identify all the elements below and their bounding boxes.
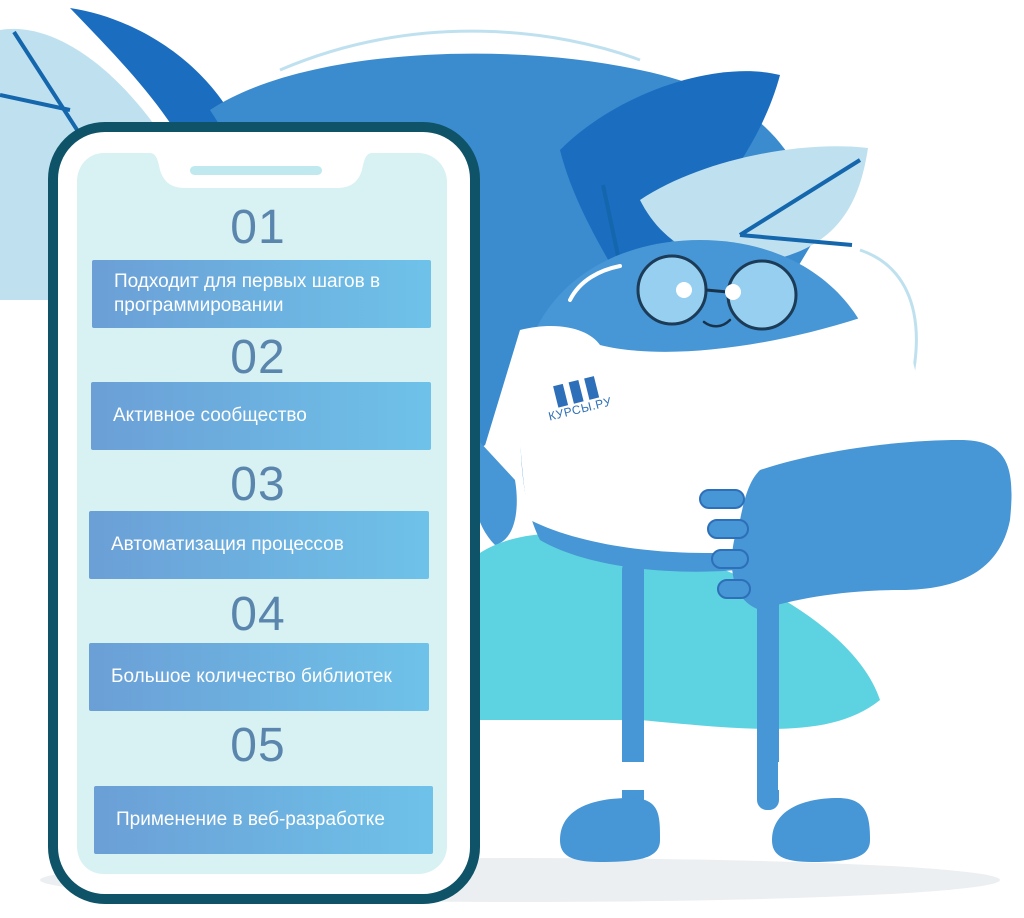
step-number: 01 [230, 201, 286, 254]
step-item: Применение в веб-разработке [94, 786, 433, 854]
step-item: Большое количество библиотек [89, 643, 429, 711]
step-number: 03 [230, 458, 286, 511]
step-number: 05 [230, 719, 286, 772]
step-number: 02 [230, 331, 286, 384]
step-item: Подходит для первых шагов в программиров… [92, 260, 431, 328]
step-number: 04 [230, 588, 286, 641]
phone-speaker [190, 166, 322, 175]
step-item: Автоматизация процессов [89, 511, 429, 579]
step-item: Активное сообщество [91, 382, 431, 450]
